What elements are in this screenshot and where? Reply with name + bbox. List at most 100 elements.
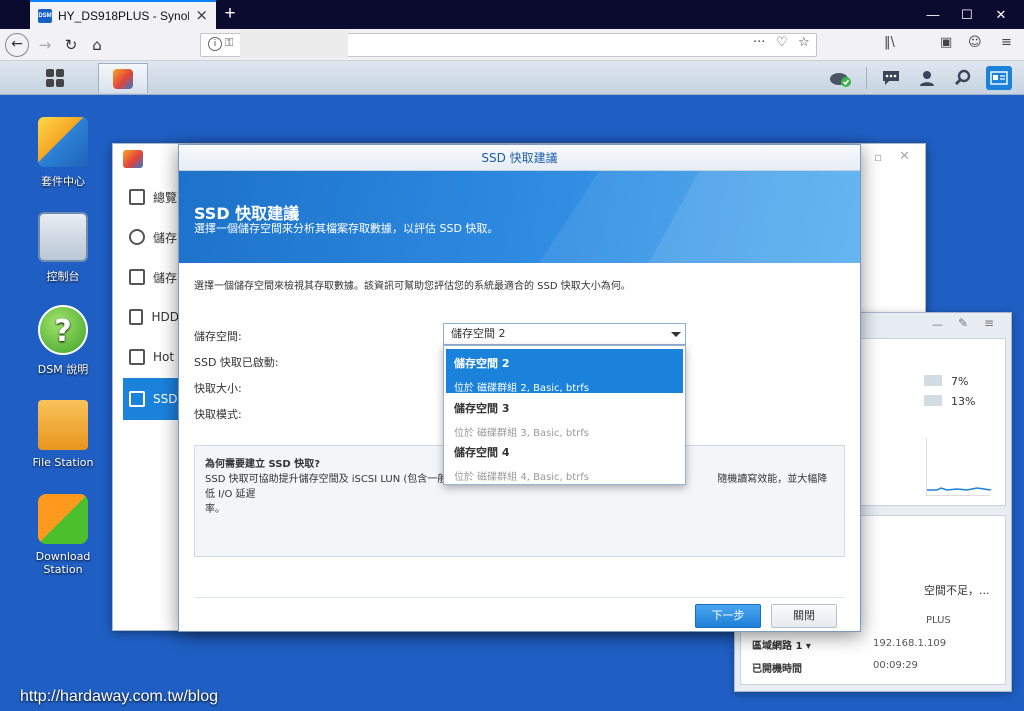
volume-label: 儲存空間: bbox=[194, 330, 242, 343]
option-detail: 位於 磁碟群組 4, Basic, btrfs bbox=[454, 472, 590, 483]
hdd-icon bbox=[129, 309, 144, 325]
desktop-icon-label: 套件中心 bbox=[41, 175, 85, 188]
cpu-percent: 7% bbox=[951, 375, 969, 388]
storage-manager-icon bbox=[113, 68, 133, 89]
plus-icon bbox=[129, 349, 145, 365]
sidebar-item-label: 儲存 bbox=[153, 230, 178, 245]
menu-icon[interactable]: ≡ bbox=[1001, 35, 1012, 50]
info-heading: 為何需要建立 SSD 快取? bbox=[205, 459, 321, 470]
sidebar-item-label: Hot bbox=[153, 350, 175, 364]
reload-icon[interactable]: ↻ bbox=[59, 34, 83, 56]
chevron-down-icon[interactable] bbox=[671, 332, 681, 337]
dropdown-option-volume-2[interactable]: 儲存空間 2 位於 磁碟群組 2, Basic, btrfs bbox=[446, 349, 683, 394]
pocket-icon[interactable]: ♡ bbox=[776, 35, 788, 50]
option-name: 儲存空間 3 bbox=[454, 402, 510, 415]
search-icon[interactable] bbox=[951, 66, 975, 90]
help-question-icon: ? bbox=[38, 305, 88, 355]
main-menu-button[interactable] bbox=[30, 63, 80, 93]
widget-pin-icon[interactable]: ✎ bbox=[958, 316, 968, 330]
dialog-title: SSD 快取建議 bbox=[179, 145, 860, 171]
pool-icon bbox=[129, 269, 145, 285]
storage-manager-icon bbox=[123, 150, 143, 168]
network-graph bbox=[926, 438, 992, 496]
widget-minimize-icon[interactable]: — bbox=[932, 318, 943, 331]
package-center-icon bbox=[38, 117, 88, 167]
url-redacted bbox=[240, 30, 348, 58]
sidebar-item-volume[interactable]: 儲存 bbox=[123, 218, 179, 256]
info-icon[interactable]: i bbox=[208, 37, 222, 51]
desktop-icon-file-station[interactable]: File Station bbox=[18, 400, 108, 469]
bookmark-star-icon[interactable]: ☆ bbox=[798, 35, 810, 50]
widgets-icon[interactable] bbox=[986, 66, 1012, 90]
uptime-label: 已開機時間 bbox=[752, 664, 802, 675]
next-button[interactable]: 下一步 bbox=[695, 604, 761, 628]
sidebar-item-label: HDD bbox=[151, 310, 179, 324]
taskbar-storage-manager[interactable] bbox=[98, 63, 148, 93]
widget-settings-icon[interactable]: ≡ bbox=[984, 316, 994, 330]
sidebar-item-pool[interactable]: 儲存 bbox=[123, 258, 179, 296]
uptime-value: 00:09:29 bbox=[873, 660, 918, 671]
dsm-favicon-icon: DSM bbox=[38, 8, 52, 23]
window-maximize-icon[interactable]: ▫ bbox=[874, 150, 882, 164]
sidebar-icon[interactable]: ▣ bbox=[940, 35, 952, 50]
maximize-button[interactable]: ☐ bbox=[950, 0, 984, 29]
sidebar-item-label: SSD bbox=[153, 392, 178, 406]
desktop-icon-download-station[interactable]: Download Station bbox=[18, 494, 108, 576]
new-tab-button[interactable]: + bbox=[220, 3, 240, 25]
dropdown-option-volume-4[interactable]: 儲存空間 4 位於 磁碟群組 4, Basic, btrfs bbox=[446, 438, 683, 483]
user-icon[interactable] bbox=[915, 66, 939, 90]
volume-select[interactable]: 儲存空間 2 bbox=[443, 323, 686, 345]
desktop-icon-dsm-help[interactable]: ? DSM 說明 bbox=[18, 305, 108, 377]
option-name: 儲存空間 2 bbox=[454, 357, 510, 370]
folder-search-icon bbox=[38, 400, 88, 450]
library-icon[interactable]: ‖\ bbox=[884, 35, 895, 50]
browser-tab[interactable]: DSM HY_DS918PLUS - Synology D × bbox=[30, 0, 216, 29]
option-name: 儲存空間 4 bbox=[454, 446, 510, 459]
window-close-icon[interactable]: ✕ bbox=[899, 149, 910, 164]
screen: DSM HY_DS918PLUS - Synology D × + — ☐ ✕ … bbox=[0, 0, 1024, 711]
sidebar-item-overview[interactable]: 總覽 bbox=[123, 178, 179, 216]
server-name-suffix: PLUS bbox=[926, 615, 951, 626]
cloud-status-icon[interactable] bbox=[828, 66, 852, 90]
cpu-bar bbox=[924, 375, 942, 386]
dialog-description: 選擇一個儲存空間來檢視其存取數據。該資訊可幫助您評估您的系統最適合的 SSD 快… bbox=[194, 281, 631, 292]
option-detail: 位於 磁碟群組 3, Basic, btrfs bbox=[454, 428, 590, 439]
sidebar-item-ssd-cache[interactable]: SSD bbox=[123, 378, 179, 420]
sidebar-item-hdd[interactable]: HDD bbox=[123, 298, 179, 336]
lan-label[interactable]: 區域網路 1 ▾ bbox=[752, 637, 811, 652]
ram-bar bbox=[924, 395, 942, 406]
cache-size-label: 快取大小: bbox=[194, 382, 242, 395]
page-actions-icon[interactable]: ··· bbox=[753, 35, 765, 50]
dropdown-option-volume-3[interactable]: 儲存空間 3 位於 磁碟群組 3, Basic, btrfs bbox=[446, 394, 683, 439]
desktop-icon-label: 控制台 bbox=[46, 270, 80, 283]
grid-icon bbox=[46, 69, 64, 87]
ram-percent: 13% bbox=[951, 395, 976, 408]
watermark: http://hardaway.com.tw/blog bbox=[20, 688, 219, 705]
desktop-icon-package-center[interactable]: 套件中心 bbox=[18, 117, 108, 189]
home-icon[interactable]: ⌂ bbox=[85, 34, 109, 56]
account-icon[interactable]: ☺ bbox=[968, 35, 982, 50]
key-icon: ⚿ bbox=[225, 36, 234, 49]
tab-close-icon[interactable]: × bbox=[195, 8, 208, 23]
option-detail: 位於 磁碟群組 2, Basic, btrfs bbox=[454, 383, 590, 394]
volume-icon bbox=[129, 229, 145, 245]
tray-divider bbox=[866, 67, 867, 89]
minimize-button[interactable]: — bbox=[916, 0, 950, 29]
close-window-button[interactable]: ✕ bbox=[984, 0, 1018, 29]
control-panel-icon bbox=[38, 212, 88, 262]
ssd-bolt-icon bbox=[129, 391, 145, 407]
forward-icon[interactable]: → bbox=[33, 34, 57, 56]
sidebar-item-label: 儲存 bbox=[153, 270, 178, 285]
dsm-taskbar bbox=[0, 61, 1024, 95]
desktop-icon-label: Download Station bbox=[35, 550, 91, 576]
notification-icon[interactable] bbox=[879, 66, 903, 90]
back-icon[interactable]: ← bbox=[5, 33, 29, 57]
download-arrows-icon bbox=[38, 494, 88, 544]
lan-ip: 192.168.1.109 bbox=[873, 638, 947, 649]
sidebar-item-label: 總覽 bbox=[153, 190, 178, 205]
desktop-icon-control-panel[interactable]: 控制台 bbox=[18, 212, 108, 284]
close-button[interactable]: 關閉 bbox=[771, 604, 837, 628]
desktop-icon-label: File Station bbox=[32, 456, 94, 469]
sidebar-item-hot-spare[interactable]: Hot bbox=[123, 338, 179, 376]
dialog-subheading: 選擇一個儲存空間來分析其檔案存取數據，以評估 SSD 快取。 bbox=[194, 222, 499, 235]
